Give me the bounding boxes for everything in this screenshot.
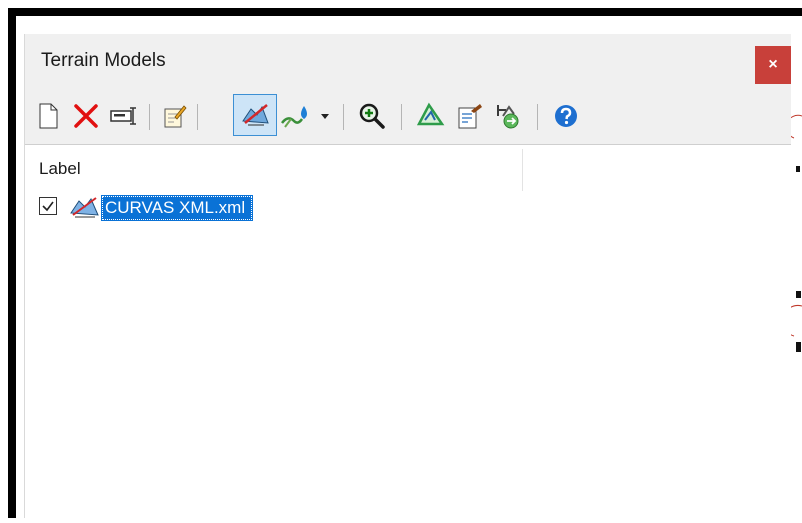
- zoom-in-icon: [359, 103, 385, 129]
- properties-button[interactable]: [157, 98, 191, 134]
- toolbar: [25, 94, 791, 140]
- help-button[interactable]: [549, 98, 583, 134]
- terrain-display-icon: [242, 104, 269, 126]
- drainage-button[interactable]: [279, 98, 313, 134]
- column-divider[interactable]: [522, 149, 523, 191]
- terrain-models-panel: Terrain Models × Label CURVAS XML.xml: [24, 34, 791, 519]
- drainage-icon: [281, 106, 307, 128]
- import-icon: [497, 105, 519, 129]
- visibility-checkbox[interactable]: [39, 197, 57, 215]
- toolbar-separator: [537, 104, 538, 130]
- terrain-list: Label CURVAS XML.xml: [25, 144, 791, 519]
- close-button[interactable]: ×: [755, 46, 791, 84]
- checkmark-icon: [42, 201, 54, 212]
- window-frame-top: [8, 8, 802, 16]
- toolbar-separator: [401, 104, 402, 130]
- report-button[interactable]: [453, 98, 487, 134]
- toolbar-separator: [343, 104, 344, 130]
- map-fragment-icon: [781, 114, 802, 352]
- report-icon: [458, 104, 482, 129]
- new-icon: [39, 103, 58, 129]
- import-button[interactable]: [491, 98, 525, 134]
- zoom-button[interactable]: [355, 98, 389, 134]
- rename-icon: [110, 107, 136, 125]
- canvas-edge: [781, 16, 802, 518]
- rename-button[interactable]: [107, 98, 141, 134]
- delete-button[interactable]: [69, 98, 103, 134]
- drainage-dropdown-button[interactable]: [317, 98, 333, 134]
- list-item[interactable]: CURVAS XML.xml: [35, 193, 335, 223]
- toolbar-separator: [149, 104, 150, 130]
- new-button[interactable]: [31, 98, 65, 134]
- panel-title: Terrain Models: [41, 50, 166, 71]
- help-icon: [555, 105, 577, 127]
- properties-icon: [164, 105, 187, 128]
- dropdown-arrow-icon: [321, 114, 329, 119]
- list-item-label[interactable]: CURVAS XML.xml: [101, 195, 254, 221]
- window-frame-left: [8, 8, 16, 518]
- toolbar-separator: [197, 104, 198, 130]
- boundary-button[interactable]: [413, 98, 447, 134]
- terrain-model-icon: [69, 195, 99, 226]
- column-header-label[interactable]: Label: [39, 159, 81, 179]
- delete-icon: [74, 104, 98, 128]
- terrain-display-button[interactable]: [233, 94, 277, 136]
- title-bar: Terrain Models ×: [25, 34, 791, 90]
- boundary-icon: [416, 102, 445, 126]
